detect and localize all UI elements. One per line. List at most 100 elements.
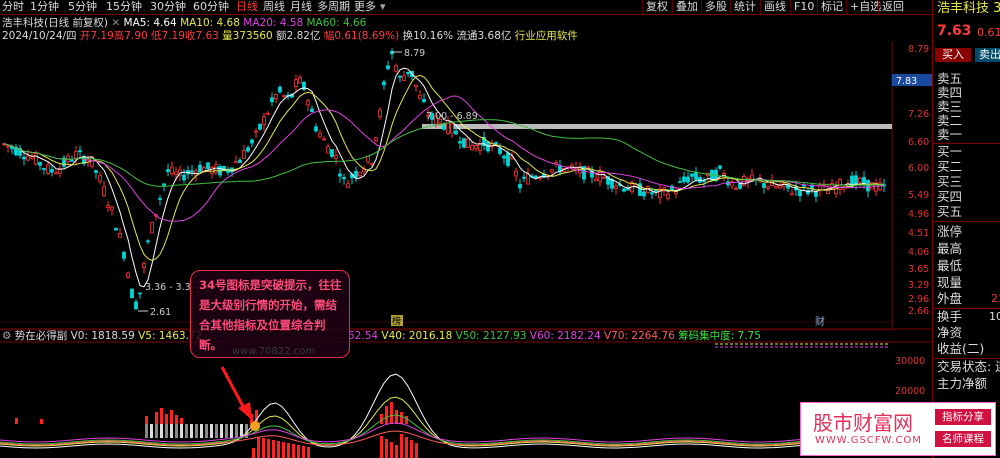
tab-more[interactable]: 更多 <box>354 0 376 14</box>
quote-industry[interactable]: 行业应用软件 <box>515 30 578 42</box>
add-watchlist-button[interactable]: +自选 <box>846 0 881 14</box>
trough-label: 2.61 <box>150 307 171 318</box>
stat-outer-value: 21 <box>991 292 1000 305</box>
tab-fenshi[interactable]: 分时 <box>2 0 24 14</box>
candle-body <box>346 183 350 189</box>
quote-turnover: 换10.16% <box>402 30 454 42</box>
candle-body <box>642 191 646 197</box>
tab-30min[interactable]: 30分钟 <box>150 0 186 14</box>
tab-15min[interactable]: 15分钟 <box>106 0 142 14</box>
breakout-34-icon[interactable] <box>250 421 260 431</box>
candle-body <box>366 156 370 163</box>
indicator-red-bar <box>40 419 43 424</box>
candle-body <box>30 156 34 159</box>
tab-60min[interactable]: 60分钟 <box>193 0 229 14</box>
indicator-red-bar <box>282 442 285 458</box>
indicator-red-bar <box>385 406 388 424</box>
candle-body <box>518 184 522 189</box>
sell-level-1: 卖一 <box>937 127 963 142</box>
candle-body <box>422 99 426 103</box>
candle-body <box>322 138 326 141</box>
quote-date: 2024/10/24/四 <box>2 30 77 42</box>
candle-body <box>78 150 82 153</box>
candle-body <box>270 97 274 103</box>
indicator-red-bar <box>287 443 290 458</box>
ma5-value: MA5: 4.64 <box>123 17 177 29</box>
price-tick-label: 4.06 <box>908 247 929 258</box>
candle-body <box>682 176 686 182</box>
candle-body <box>70 159 74 162</box>
buy-level-4: 买四 <box>937 189 963 204</box>
indicator-bar <box>190 424 193 438</box>
mark-button[interactable]: 标记 <box>817 0 843 14</box>
indicator-settings-icon[interactable]: ⚙ <box>2 330 11 342</box>
price-tick-label: 4.96 <box>908 209 929 220</box>
sell-level-4: 卖四 <box>937 85 963 100</box>
stat-income: 收益(二) <box>937 341 985 356</box>
overlay-button[interactable]: 叠加 <box>672 0 698 14</box>
multi-stock-button[interactable]: 多股 <box>701 0 727 14</box>
f10-button[interactable]: F10 <box>790 0 814 14</box>
panel-title: 浩丰科技 3 <box>937 1 1000 16</box>
indicator-red-bar <box>165 414 168 424</box>
tab-daily[interactable]: 日线 <box>236 0 258 14</box>
indicator-red-bar <box>400 434 403 458</box>
indicator-red-bar <box>272 440 275 458</box>
candle-body <box>134 301 138 310</box>
candle-body <box>94 170 98 173</box>
candle-body <box>614 185 618 189</box>
tab-5min[interactable]: 5分钟 <box>68 0 97 14</box>
back-button[interactable]: 返回 <box>878 0 904 14</box>
candle-body <box>474 145 478 149</box>
fuquan-button[interactable]: 复权 <box>642 0 668 14</box>
candle-body <box>110 206 114 211</box>
cai-marker-label[interactable]: 财 <box>815 315 825 328</box>
indicator-red-bar <box>277 441 280 458</box>
draw-line-button[interactable]: 画线 <box>760 0 786 14</box>
candle-body <box>354 170 358 178</box>
indicator-red-bar <box>380 436 383 458</box>
kline-chart[interactable]: 8.79 7.00 - 6.89 3.36 - 3.3 2.61 榜 财 8.7… <box>0 42 932 458</box>
indicator-header-2: 52.54 V40: 2016.18 V50: 2127.93 V60: 218… <box>348 330 761 342</box>
candle-body <box>798 190 802 197</box>
candle-body <box>778 185 782 189</box>
ma-header: 浩丰科技(日线 前复权) ✕ MA5: 4.64 MA10: 4.68 MA20… <box>2 17 366 29</box>
tab-monthly[interactable]: 月线 <box>290 0 312 14</box>
candle-body <box>466 137 470 148</box>
indicator-v-partial: 52.54 <box>348 330 379 342</box>
candle-body <box>262 116 266 125</box>
candle-body <box>158 198 162 200</box>
candle-body <box>310 108 314 113</box>
candle-body <box>854 175 858 185</box>
stats-button[interactable]: 统计 <box>730 0 756 14</box>
candle-body <box>130 288 134 299</box>
annotation-arrow <box>220 366 248 413</box>
candle-body <box>146 240 150 243</box>
indicator-name[interactable]: 势在必得副 <box>15 330 68 342</box>
faint-watermark: www.70822.com <box>232 346 316 357</box>
tab-weekly[interactable]: 周线 <box>263 0 285 14</box>
indicator-red-bar <box>385 439 388 458</box>
sell-button[interactable]: 卖出 <box>975 48 1000 62</box>
indicator-bar <box>180 424 183 438</box>
candle-body <box>150 221 154 234</box>
candle-body <box>126 272 130 278</box>
candle-body <box>50 169 54 173</box>
tab-1min[interactable]: 1分钟 <box>30 0 59 14</box>
candle-body <box>534 175 538 179</box>
candle-body <box>650 192 654 195</box>
settings-icon[interactable]: ✕ <box>111 17 120 29</box>
indicator-red-bar <box>155 412 158 424</box>
candle-body <box>678 181 682 184</box>
indicator-red-bar <box>415 443 418 458</box>
price-tick-label: 3.65 <box>908 264 929 275</box>
candle-body <box>298 77 302 84</box>
tab-multi-period[interactable]: 多周期 <box>317 0 350 14</box>
candle-body <box>122 252 126 259</box>
dropdown-arrow-icon[interactable]: ▾ <box>380 0 386 14</box>
candle-body <box>22 156 26 160</box>
price-tick-label: 2.66 <box>908 306 929 317</box>
quote-low: 低7.19 <box>151 30 185 42</box>
indicator-red-bar <box>302 446 305 458</box>
buy-button[interactable]: 买入 <box>935 48 971 62</box>
